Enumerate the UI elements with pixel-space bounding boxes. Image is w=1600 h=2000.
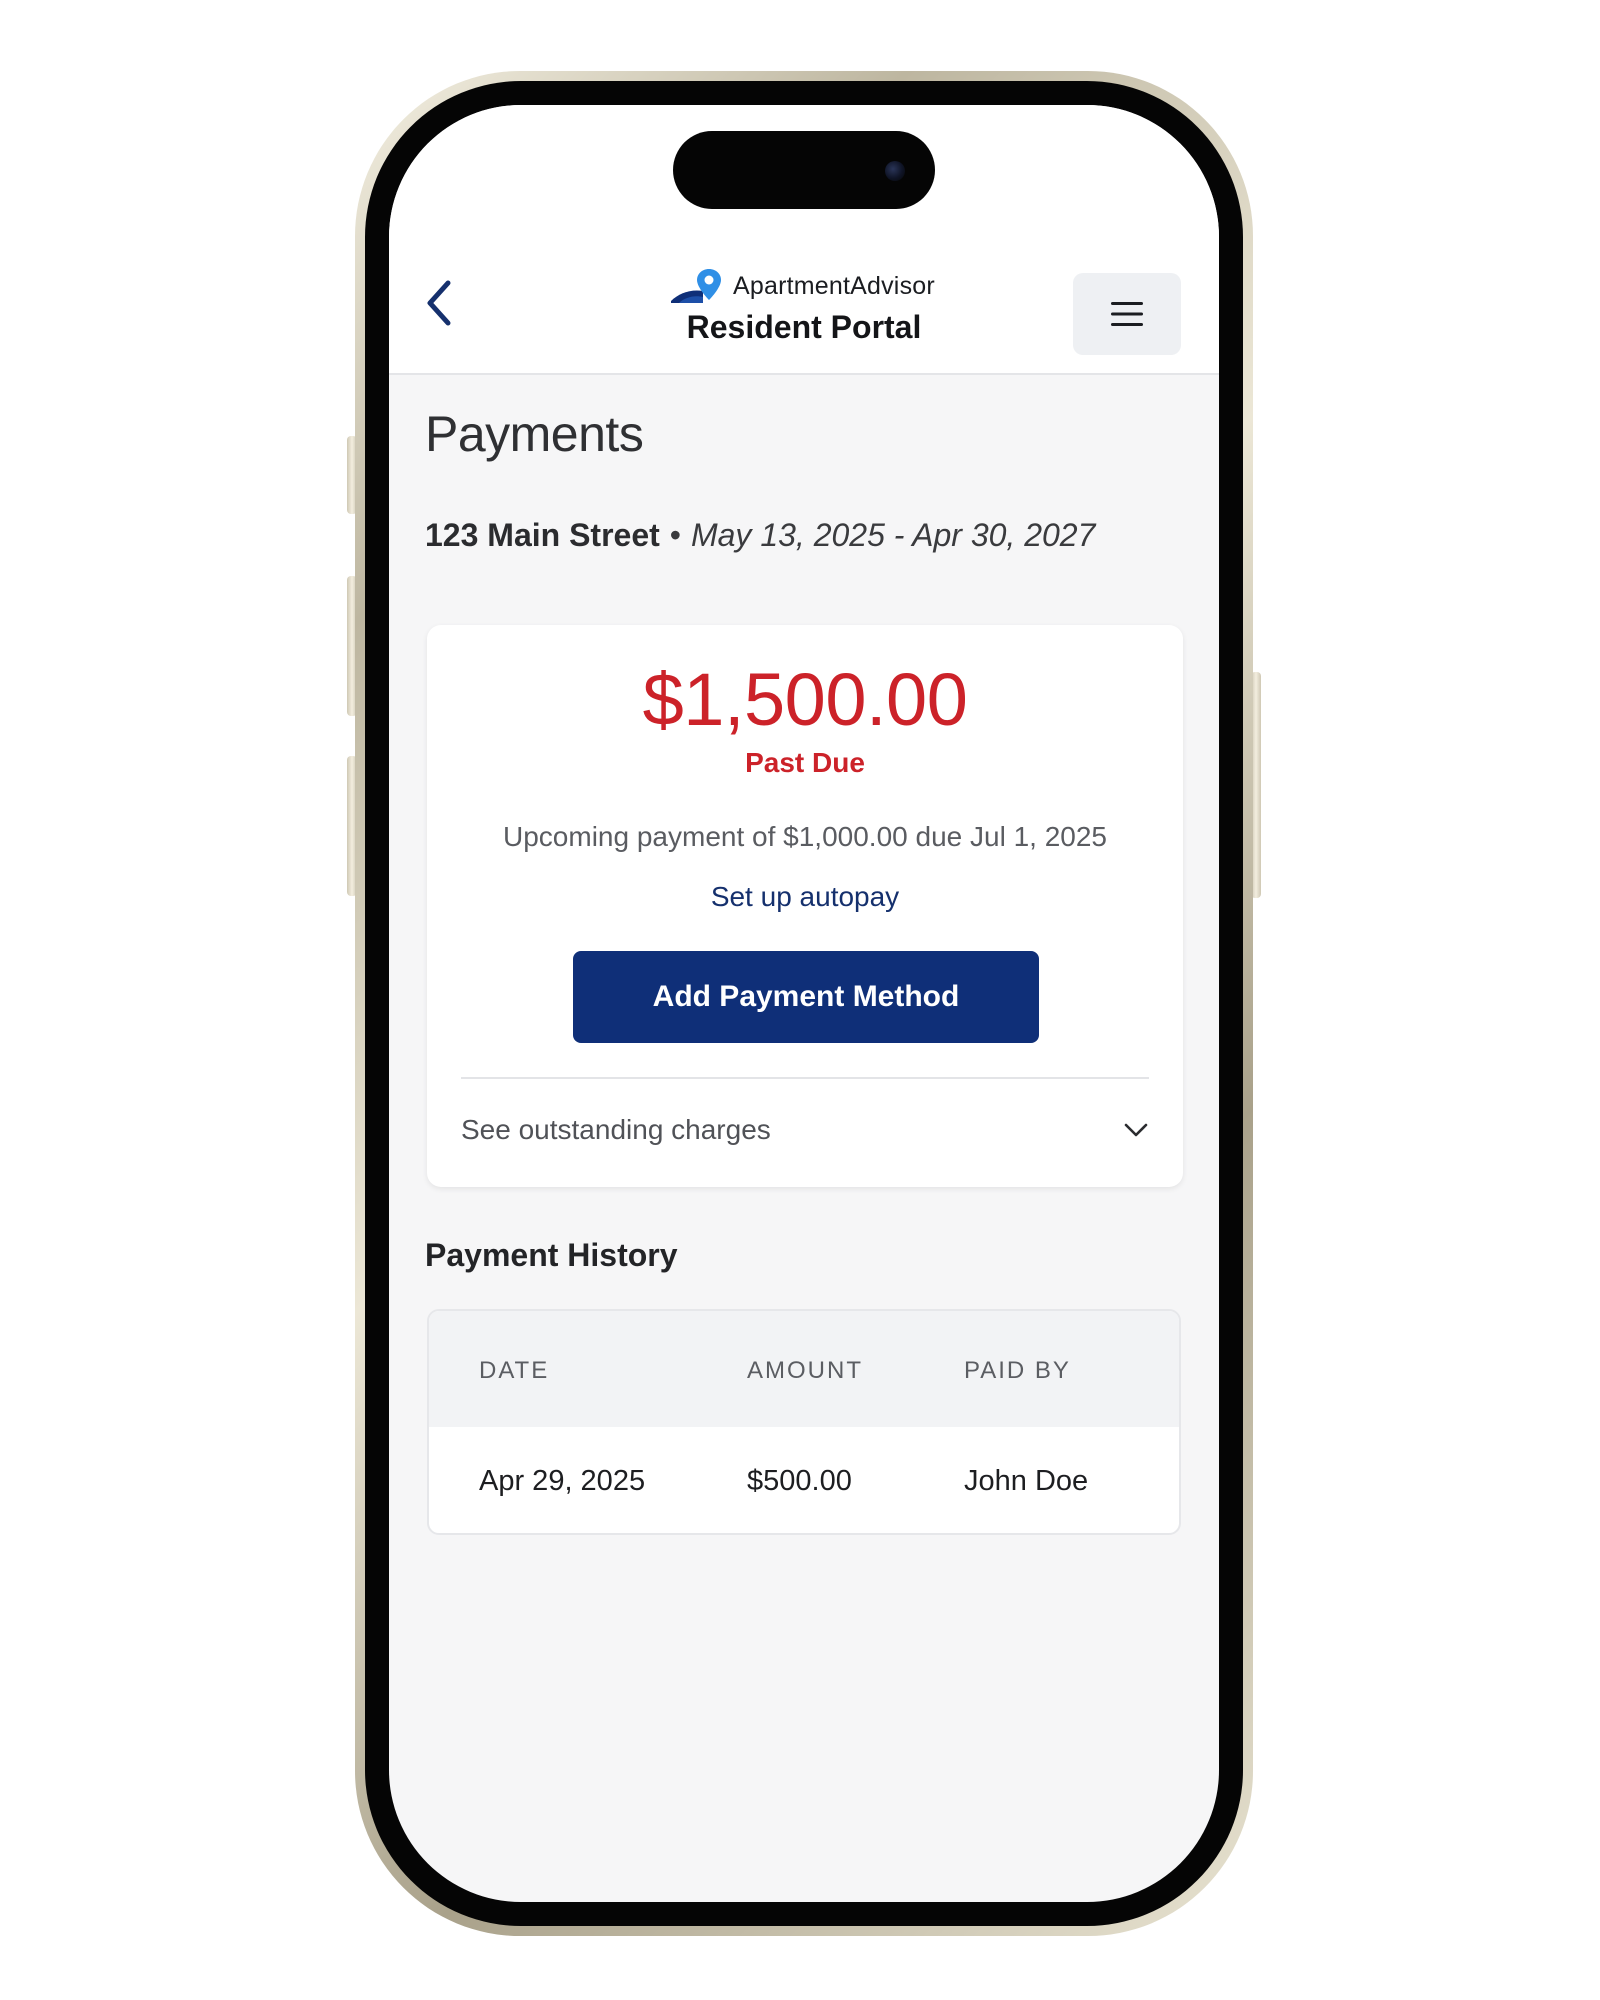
column-header-date: DATE: [479, 1357, 550, 1384]
upcoming-payment-text: Upcoming payment of $1,000.00 due Jul 1,…: [503, 821, 1107, 852]
front-camera: [885, 161, 905, 181]
column-header-paid-by: PAID BY: [964, 1357, 1071, 1384]
lease-dates: May 13, 2025 - Apr 30, 2027: [690, 517, 1096, 553]
past-due-status: Past Due: [745, 747, 865, 778]
payment-date: Apr 29, 2025: [479, 1465, 646, 1497]
phone-screen: ApartmentAdvisor Resident Portal Payment…: [389, 105, 1219, 1902]
menu-button[interactable]: [1073, 273, 1181, 355]
lease-address: 123 Main Street: [425, 517, 660, 553]
payment-amount: $500.00: [747, 1465, 852, 1497]
payment-history-table: DATE AMOUNT PAID BY Apr 29, 2025 $500.00…: [427, 1309, 1181, 1535]
brand-logo: ApartmentAdvisor: [669, 268, 935, 304]
payment-paid-by: John Doe: [964, 1465, 1089, 1497]
page-title: Payments: [425, 406, 644, 462]
table-header: DATE AMOUNT PAID BY: [429, 1311, 1179, 1427]
payment-history-heading: Payment History: [425, 1237, 678, 1273]
setup-autopay-link[interactable]: Set up autopay: [427, 881, 1183, 913]
brand-name: ApartmentAdvisor: [733, 271, 935, 300]
hamburger-menu-icon: [1111, 302, 1143, 326]
dynamic-island: [673, 131, 935, 209]
add-payment-method-button[interactable]: Add Payment Method: [573, 951, 1039, 1043]
outstanding-charges-toggle[interactable]: See outstanding charges: [461, 1095, 1149, 1165]
balance-card: $1,500.00 Past Due Upcoming payment of $…: [427, 625, 1183, 1187]
column-header-amount: AMOUNT: [747, 1357, 863, 1384]
balance-amount: $1,500.00: [642, 658, 968, 741]
card-divider: [461, 1077, 1149, 1079]
table-row: Apr 29, 2025 $500.00 John Doe: [429, 1427, 1179, 1533]
chevron-down-icon: [1124, 1123, 1148, 1137]
phone-bezel: ApartmentAdvisor Resident Portal Payment…: [365, 81, 1243, 1926]
lease-separator: •: [669, 517, 681, 553]
phone-frame: ApartmentAdvisor Resident Portal Payment…: [355, 71, 1253, 1936]
outstanding-charges-label: See outstanding charges: [461, 1114, 771, 1145]
lease-summary: 123 Main Street • May 13, 2025 - Apr 30, 2…: [425, 517, 1095, 554]
map-pin-roof-icon: [671, 269, 721, 303]
